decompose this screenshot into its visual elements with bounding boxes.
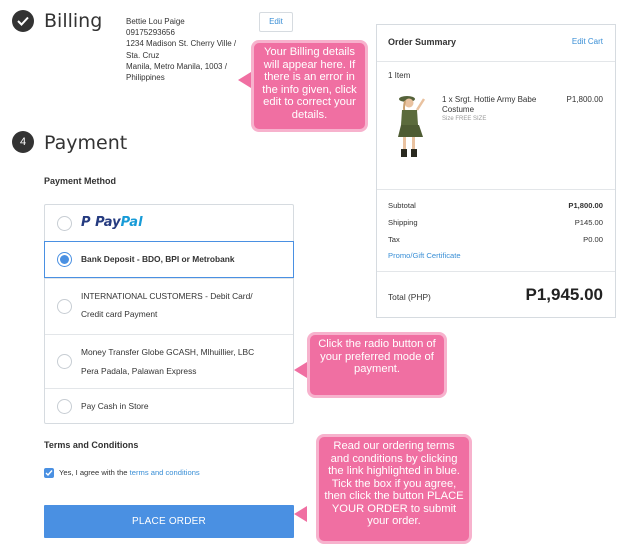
- paypal-logo-icon: P: [81, 215, 91, 230]
- shipping-value: P145.00: [574, 218, 603, 227]
- place-order-button[interactable]: PLACE ORDER: [44, 505, 294, 538]
- callout-pointer: [238, 72, 251, 88]
- payment-option-cash[interactable]: Pay Cash in Store: [45, 388, 293, 424]
- divider: [377, 189, 615, 190]
- money-transfer-radio[interactable]: [57, 354, 72, 369]
- international-radio[interactable]: [57, 299, 72, 314]
- billing-line: Philippines: [126, 73, 165, 83]
- item-name: 1 x Srgt. Hottie Army Babe Costume: [442, 95, 537, 114]
- items-count: 1 Item: [388, 71, 411, 80]
- bank-deposit-label: Bank Deposit - BDO, BPI or Metrobank: [81, 254, 235, 264]
- billing-edit-button[interactable]: Edit: [259, 12, 293, 32]
- product-image: [398, 96, 426, 157]
- tax-value: P0.00: [583, 235, 603, 244]
- billing-line: 1234 Madison St. Cherry Ville /: [126, 39, 237, 49]
- callout-payment: Click the radio button of your preferred…: [307, 332, 447, 398]
- money-transfer-label-line2: Pera Padala, Palawan Express: [81, 366, 197, 376]
- billing-title: Billing: [44, 10, 103, 32]
- item-price: P1,800.00: [566, 95, 603, 104]
- cash-label: Pay Cash in Store: [81, 401, 149, 411]
- payment-option-money-transfer[interactable]: Money Transfer Globe GCASH, Mlhuillier, …: [45, 334, 293, 388]
- billing-complete-icon: [12, 10, 34, 32]
- divider: [377, 61, 615, 62]
- payment-option-paypal[interactable]: P PayPal: [45, 205, 293, 241]
- order-summary: Order Summary Edit Cart 1 Item 1 x Srgt.…: [376, 24, 616, 318]
- international-label-line1: INTERNATIONAL CUSTOMERS - Debit Card/: [81, 291, 253, 301]
- total-label: Total (PHP): [388, 292, 431, 302]
- promo-link[interactable]: Promo/Gift Certificate: [388, 251, 461, 260]
- paypal-radio[interactable]: [57, 216, 72, 231]
- terms-title: Terms and Conditions: [44, 440, 139, 450]
- payment-method-label: Payment Method: [44, 176, 117, 186]
- shipping-label: Shipping: [388, 218, 418, 227]
- edit-cart-link[interactable]: Edit Cart: [572, 37, 603, 46]
- bank-deposit-radio[interactable]: [57, 252, 72, 267]
- subtotal-value: P1,800.00: [568, 201, 603, 210]
- divider: [377, 271, 615, 272]
- paypal-logo-text-pal: Pal: [120, 215, 143, 230]
- international-label-line2: Credit card Payment: [81, 309, 158, 319]
- payment-method-list: P PayPal Bank Deposit - BDO, BPI or Metr…: [44, 204, 294, 424]
- billing-line: Bettie Lou Paige: [126, 17, 185, 26]
- billing-line: Sta. Cruz: [126, 50, 160, 60]
- callout-pointer: [294, 362, 307, 378]
- paypal-logo-text-pay: Pay: [95, 215, 121, 230]
- billing-address: Bettie Lou Paige 09175293656 1234 Madiso…: [126, 16, 251, 83]
- money-transfer-label-line1: Money Transfer Globe GCASH, Mlhuillier, …: [81, 347, 255, 357]
- callout-pointer: [294, 506, 307, 522]
- tax-label: Tax: [388, 235, 400, 244]
- subtotal-label: Subtotal: [388, 201, 416, 210]
- payment-option-international[interactable]: INTERNATIONAL CUSTOMERS - Debit Card/ Cr…: [45, 278, 293, 334]
- item-size: Size FREE SIZE: [442, 116, 487, 122]
- paypal-logo: P PayPal: [81, 215, 143, 230]
- billing-line: 09175293656: [126, 28, 175, 38]
- terms-link[interactable]: terms and conditions: [130, 468, 200, 477]
- agree-prefix: Yes, I agree with the: [59, 468, 130, 477]
- billing-line: Manila, Metro Manila, 1003 /: [126, 61, 227, 71]
- payment-title: Payment: [44, 132, 128, 154]
- agree-checkbox[interactable]: [44, 468, 54, 478]
- callout-billing: Your Billing details will appear here. I…: [251, 40, 368, 132]
- payment-option-bank-deposit[interactable]: Bank Deposit - BDO, BPI or Metrobank: [44, 241, 294, 278]
- order-summary-title: Order Summary: [388, 37, 457, 47]
- payment-step-number: 4: [12, 131, 34, 153]
- total-value: P1,945.00: [525, 285, 603, 304]
- agree-text: Yes, I agree with the terms and conditio…: [59, 468, 200, 477]
- callout-terms: Read our ordering terms and conditions b…: [316, 434, 472, 544]
- cash-radio[interactable]: [57, 399, 72, 414]
